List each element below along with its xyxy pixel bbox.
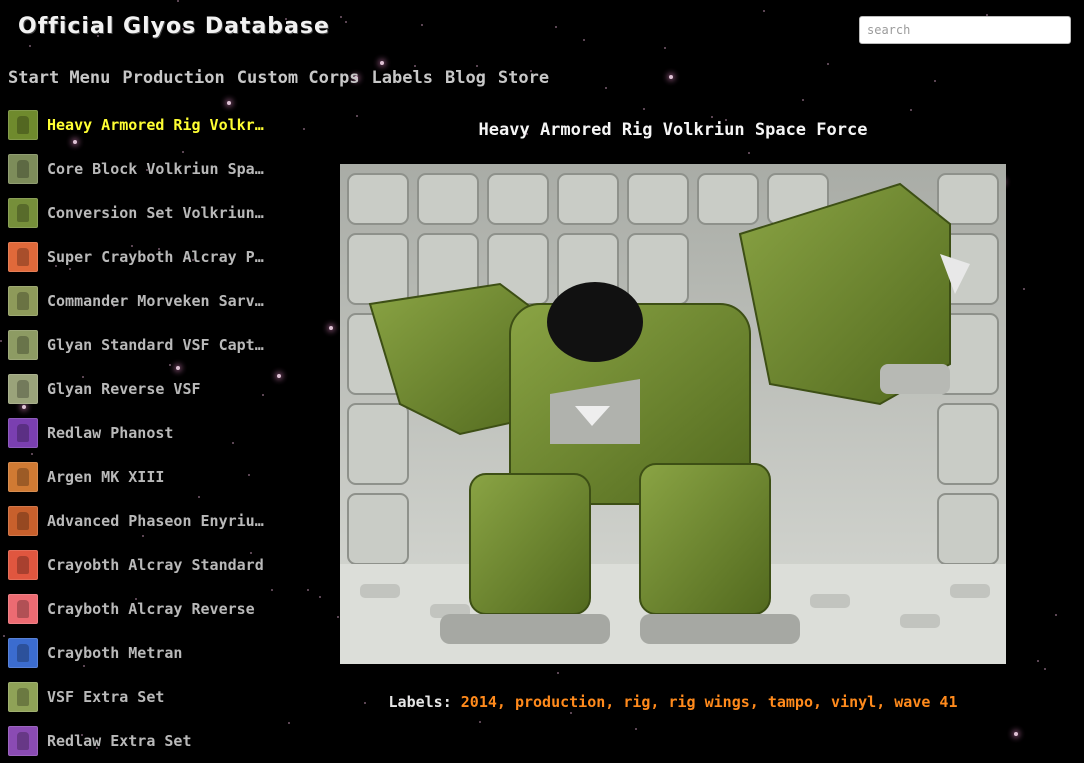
nav-start-menu[interactable]: Start Menu bbox=[8, 68, 110, 88]
sidebar-item-label: Core Block Volkriun Space Force bbox=[47, 160, 269, 178]
figure-thumbnail bbox=[8, 374, 38, 404]
nav-labels[interactable]: Labels bbox=[372, 68, 433, 88]
sidebar-item-label: Advanced Phaseon Enyriun Armor bbox=[47, 512, 269, 530]
label-link-vinyl[interactable]: vinyl bbox=[831, 693, 876, 711]
sidebar-item[interactable]: VSF Extra Set bbox=[8, 675, 308, 719]
figure-thumbnail bbox=[8, 550, 38, 580]
figure-thumbnail bbox=[8, 726, 38, 756]
nav-custom-corps[interactable]: Custom Corps bbox=[237, 68, 360, 88]
sidebar-item-label: Crayboth Metran bbox=[47, 644, 183, 662]
sidebar-item-label: Redlaw Phanost bbox=[47, 424, 174, 442]
sidebar-item-label: VSF Extra Set bbox=[47, 688, 165, 706]
sidebar-item[interactable]: Glyan Reverse VSF bbox=[8, 367, 308, 411]
product-photo[interactable] bbox=[340, 164, 1006, 664]
figure-thumbnail bbox=[8, 330, 38, 360]
sidebar-item[interactable]: Argen MK XIII bbox=[8, 455, 308, 499]
sidebar-item-label: Glyan Standard VSF Captain Edition bbox=[47, 336, 269, 354]
sidebar-item[interactable]: Heavy Armored Rig Volkriun Space Force bbox=[8, 103, 308, 147]
figure-thumbnail bbox=[8, 506, 38, 536]
figure-thumbnail bbox=[8, 682, 38, 712]
figure-thumbnail bbox=[8, 462, 38, 492]
figure-thumbnail bbox=[8, 638, 38, 668]
nav-production[interactable]: Production bbox=[122, 68, 224, 88]
sidebar-item[interactable]: Glyan Standard VSF Captain Edition bbox=[8, 323, 308, 367]
sidebar-item[interactable]: Advanced Phaseon Enyriun Armor bbox=[8, 499, 308, 543]
main-nav: Start Menu Production Custom Corps Label… bbox=[8, 68, 561, 88]
figure-thumbnail bbox=[8, 418, 38, 448]
sidebar-item-label: Argen MK XIII bbox=[47, 468, 165, 486]
sidebar-item-label: Glyan Reverse VSF bbox=[47, 380, 201, 398]
figure-illustration bbox=[340, 164, 1006, 664]
label-link-rig[interactable]: rig bbox=[623, 693, 650, 711]
figure-thumbnail bbox=[8, 198, 38, 228]
nav-store[interactable]: Store bbox=[498, 68, 549, 88]
sidebar-item-label: Crayobth Alcray Standard bbox=[47, 556, 264, 574]
sidebar-item-label: Conversion Set Volkriun Space Force bbox=[47, 204, 269, 222]
nav-blog[interactable]: Blog bbox=[445, 68, 486, 88]
sidebar-item[interactable]: Crayboth Alcray Reverse bbox=[8, 587, 308, 631]
label-link-production[interactable]: production bbox=[515, 693, 605, 711]
sidebar-item[interactable]: Redlaw Extra Set bbox=[8, 719, 308, 763]
post-labels: Labels: 2014, production, rig, rig wings… bbox=[388, 693, 958, 711]
sidebar-item-label: Super Craybοth Alcray Pod Armor bbox=[47, 248, 269, 266]
figure-thumbnail bbox=[8, 594, 38, 624]
sidebar-item[interactable]: Conversion Set Volkriun Space Force bbox=[8, 191, 308, 235]
label-link-wave-41[interactable]: wave 41 bbox=[894, 693, 957, 711]
labels-heading: Labels: bbox=[388, 693, 452, 711]
figure-thumbnail bbox=[8, 242, 38, 272]
sidebar-item-label: Heavy Armored Rig Volkriun Space Force bbox=[47, 116, 269, 134]
sidebar-item[interactable]: Core Block Volkriun Space Force bbox=[8, 147, 308, 191]
label-link-tampo[interactable]: tampo bbox=[768, 693, 813, 711]
search-input[interactable] bbox=[859, 16, 1071, 44]
sidebar-item-label: Redlaw Extra Set bbox=[47, 732, 192, 750]
sidebar-item[interactable]: Super Craybοth Alcray Pod Armor bbox=[8, 235, 308, 279]
sidebar-item[interactable]: Commander Morveken Sarvaxa bbox=[8, 279, 308, 323]
sidebar-item[interactable]: Redlaw Phanost bbox=[8, 411, 308, 455]
figure-thumbnail bbox=[8, 286, 38, 316]
sidebar-item[interactable]: Crayobth Alcray Standard bbox=[8, 543, 308, 587]
sidebar-item-label: Crayboth Alcray Reverse bbox=[47, 600, 255, 618]
sidebar-item-label: Commander Morveken Sarvaxa bbox=[47, 292, 269, 310]
figure-thumbnail bbox=[8, 154, 38, 184]
sidebar: Heavy Armored Rig Volkriun Space Force C… bbox=[8, 103, 308, 763]
post-title[interactable]: Heavy Armored Rig Volkriun Space Force bbox=[340, 120, 1006, 140]
site-title[interactable]: Official Glyos Database bbox=[18, 14, 330, 39]
sidebar-item[interactable]: Crayboth Metran bbox=[8, 631, 308, 675]
label-link-rig-wings[interactable]: rig wings bbox=[668, 693, 749, 711]
label-link-2014[interactable]: 2014 bbox=[461, 693, 497, 711]
figure-thumbnail bbox=[8, 110, 38, 140]
